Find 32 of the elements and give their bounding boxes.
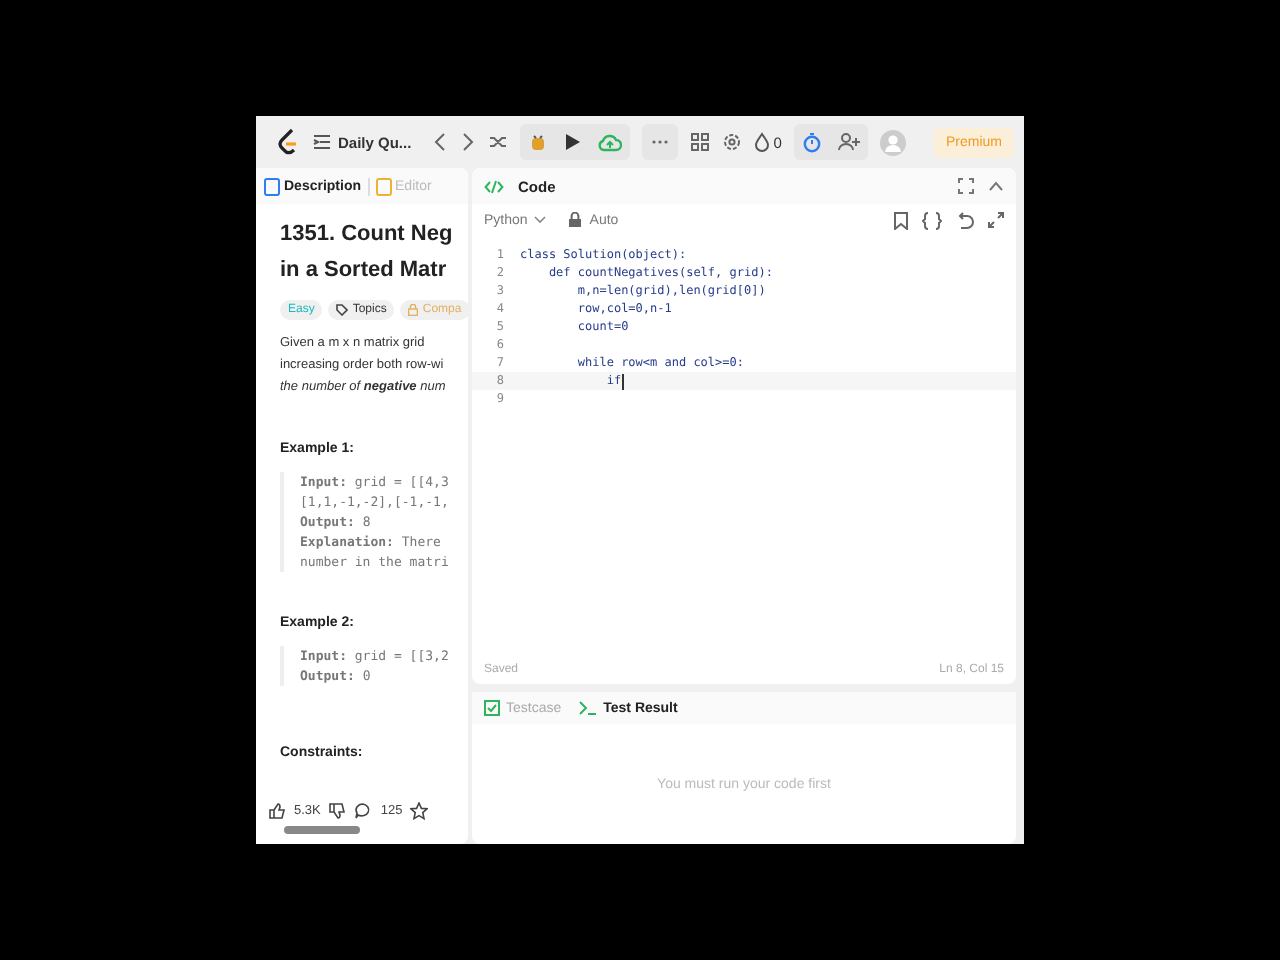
comment-icon[interactable] bbox=[354, 801, 373, 819]
problem-title: 1351. Count Neg bbox=[280, 220, 455, 250]
chevron-right-icon[interactable] bbox=[459, 132, 476, 152]
lock-icon bbox=[408, 304, 419, 316]
layout-icon[interactable] bbox=[689, 132, 710, 152]
expand-icon[interactable] bbox=[958, 178, 974, 194]
thumbs-up-icon[interactable] bbox=[268, 801, 286, 819]
more-icon[interactable] bbox=[649, 138, 670, 146]
settings-icon[interactable] bbox=[721, 132, 742, 152]
chevron-down-icon bbox=[533, 216, 546, 224]
undo-icon[interactable] bbox=[956, 211, 974, 229]
timer-icon[interactable] bbox=[801, 131, 822, 153]
add-user-icon[interactable] bbox=[837, 132, 860, 152]
star-icon[interactable] bbox=[410, 801, 429, 819]
braces-icon[interactable] bbox=[922, 211, 942, 229]
fullscreen-icon[interactable] bbox=[988, 212, 1004, 228]
bookmark-icon[interactable] bbox=[894, 211, 908, 229]
terminal-icon bbox=[577, 700, 598, 716]
logo-icon[interactable] bbox=[276, 128, 300, 156]
code-icon bbox=[484, 179, 504, 193]
chevron-up-icon[interactable] bbox=[988, 180, 1004, 192]
chevron-left-icon[interactable] bbox=[431, 132, 448, 152]
checkbox-icon bbox=[484, 700, 500, 716]
lock-icon bbox=[567, 212, 582, 228]
problem-title: in a Sorted Matr bbox=[280, 256, 449, 286]
thumbs-down-icon[interactable] bbox=[328, 801, 347, 819]
play-icon[interactable] bbox=[563, 132, 582, 152]
bug-icon[interactable] bbox=[527, 132, 548, 152]
list-icon[interactable] bbox=[312, 132, 332, 152]
document-icon bbox=[264, 177, 280, 195]
shuffle-icon[interactable] bbox=[487, 132, 508, 152]
tag-icon bbox=[336, 304, 349, 316]
